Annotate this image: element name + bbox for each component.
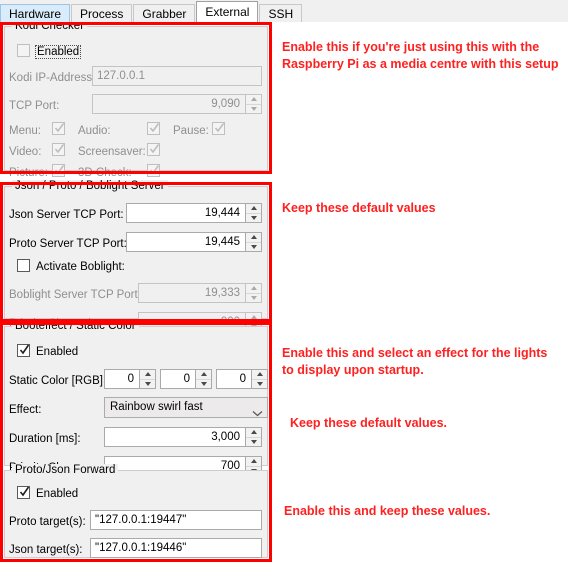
- group-json-proto-boblight: Json / Proto / Boblight Server Json Serv…: [4, 180, 268, 332]
- spinner-up[interactable]: [196, 370, 211, 380]
- annotation-booteffect-defaults: Keep these default values.: [290, 416, 448, 430]
- booteffect-enabled-label: Enabled: [36, 346, 79, 358]
- chevron-down-icon: [252, 405, 263, 417]
- kodi-tcp-port-label: TCP Port:: [9, 100, 60, 112]
- check-tick-icon: [54, 163, 65, 176]
- kodi-flag-screensaver-checkbox[interactable]: [147, 143, 160, 156]
- spinner-up[interactable]: [252, 370, 267, 380]
- kodi-flag-menu-checkbox[interactable]: [52, 122, 65, 135]
- kodi-flag-video-label: Video:: [9, 146, 42, 158]
- kodi-flag-3dcheck-label: 3D Check:: [78, 167, 132, 179]
- tab-ssh[interactable]: SSH: [259, 4, 303, 22]
- forward-enabled-checkbox[interactable]: [17, 486, 30, 499]
- activate-boblight-label: Activate Boblight:: [36, 261, 125, 273]
- booteffect-enabled-checkbox[interactable]: [17, 344, 30, 357]
- duration-input[interactable]: 3,000: [104, 427, 246, 447]
- kodi-flag-3dcheck-checkbox[interactable]: [147, 164, 160, 177]
- static-color-g-spinner[interactable]: [195, 369, 212, 389]
- kodi-flag-audio-checkbox[interactable]: [147, 122, 160, 135]
- proto-server-port-label: Proto Server TCP Port:: [9, 238, 127, 250]
- kodi-flag-pause-label: Pause:: [173, 125, 209, 137]
- forward-enabled-label: Enabled: [36, 488, 79, 500]
- spinner-up[interactable]: [246, 457, 261, 467]
- static-color-r-spinner[interactable]: [139, 369, 156, 389]
- spinner-down[interactable]: [252, 380, 267, 389]
- kodi-flag-video-checkbox[interactable]: [52, 143, 65, 156]
- kodi-ip-label: Kodi IP-Address:: [9, 72, 96, 84]
- spinner-down[interactable]: [246, 243, 261, 252]
- check-tick-icon: [19, 485, 30, 498]
- kodi-enabled-checkbox[interactable]: [17, 44, 30, 57]
- group-kodi-checker: Kodi Checker Enabled Kodi IP-Address: 12…: [4, 20, 268, 179]
- json-server-port-spinner[interactable]: [245, 203, 262, 223]
- duration-label: Duration [ms]:: [9, 433, 81, 445]
- static-color-b-input[interactable]: 0: [216, 369, 252, 389]
- annotation-booteffect: Enable this and select an effect for the…: [282, 346, 548, 377]
- group-title-json-proto-boblight: Json / Proto / Boblight Server: [12, 180, 168, 192]
- spinner-up[interactable]: [246, 233, 261, 243]
- annotation-json-defaults: Keep these default values: [282, 201, 436, 215]
- tab-external[interactable]: External: [196, 1, 259, 22]
- proto-targets-label: Proto target(s):: [9, 516, 86, 528]
- check-tick-icon: [54, 121, 65, 134]
- kodi-flag-screensaver-label: Screensaver:: [78, 146, 146, 158]
- spinner-down[interactable]: [246, 105, 261, 114]
- group-booteffect-static-color: Booteffect / Static Color Enabled Static…: [4, 320, 268, 476]
- check-tick-icon: [19, 343, 30, 356]
- spinner-down[interactable]: [140, 380, 155, 389]
- spinner-up[interactable]: [246, 284, 261, 294]
- spinner-down[interactable]: [246, 294, 261, 303]
- check-tick-icon: [149, 142, 160, 155]
- spinner-down[interactable]: [246, 438, 261, 447]
- kodi-tcp-port-spinner[interactable]: [245, 94, 262, 114]
- tab-process[interactable]: Process: [71, 4, 133, 22]
- spinner-up[interactable]: [246, 313, 261, 323]
- effect-combobox[interactable]: Rainbow swirl fast: [104, 397, 268, 418]
- effect-combobox-value: Rainbow swirl fast: [110, 401, 203, 413]
- group-proto-json-forward: Proto/Json Forward Enabled Proto target(…: [4, 464, 268, 558]
- check-tick-icon: [214, 121, 225, 134]
- spinner-down[interactable]: [246, 214, 261, 223]
- annotation-kodi-checker: Enable this if you're just using this wi…: [282, 40, 559, 71]
- json-targets-input[interactable]: "127.0.0.1:19446": [90, 538, 262, 558]
- activate-boblight-checkbox[interactable]: [17, 259, 30, 272]
- json-server-port-input[interactable]: 19,444: [126, 203, 246, 223]
- proto-server-port-input[interactable]: 19,445: [126, 232, 246, 252]
- boblight-server-port-input[interactable]: 19,333: [138, 283, 246, 303]
- effect-label: Effect:: [9, 404, 42, 416]
- static-color-b-spinner[interactable]: [251, 369, 268, 389]
- spinner-up[interactable]: [246, 95, 261, 105]
- static-color-r-input[interactable]: 0: [104, 369, 140, 389]
- kodi-enabled-label: Enabled: [35, 45, 82, 59]
- tab-strip: Hardware Process Grabber External SSH: [0, 0, 568, 22]
- json-server-port-label: Json Server TCP Port:: [9, 209, 124, 221]
- kodi-ip-input[interactable]: 127.0.0.1: [92, 66, 262, 86]
- boblight-server-port-label: Boblight Server TCP Port:: [9, 289, 141, 301]
- group-title-booteffect: Booteffect / Static Color: [12, 320, 139, 332]
- spinner-up[interactable]: [246, 204, 261, 214]
- static-color-g-input[interactable]: 0: [160, 369, 196, 389]
- tab-hardware[interactable]: Hardware: [0, 4, 71, 22]
- kodi-flag-menu-label: Menu:: [9, 125, 41, 137]
- proto-targets-input[interactable]: "127.0.0.1:19447": [90, 510, 262, 530]
- kodi-flag-picture-checkbox[interactable]: [52, 164, 65, 177]
- kodi-flag-picture-label: Picture:: [9, 167, 48, 179]
- group-title-proto-json-forward: Proto/Json Forward: [12, 464, 119, 476]
- json-targets-label: Json target(s):: [9, 544, 83, 556]
- spinner-up[interactable]: [140, 370, 155, 380]
- check-tick-icon: [149, 163, 160, 176]
- annotation-forward: Enable this and keep these values.: [284, 504, 491, 518]
- boblight-server-port-spinner[interactable]: [245, 283, 262, 303]
- kodi-flag-pause-checkbox[interactable]: [212, 122, 225, 135]
- spinner-up[interactable]: [246, 428, 261, 438]
- proto-server-port-spinner[interactable]: [245, 232, 262, 252]
- kodi-tcp-port-input[interactable]: 9,090: [92, 94, 246, 114]
- tab-grabber[interactable]: Grabber: [133, 4, 196, 22]
- check-tick-icon: [149, 121, 160, 134]
- static-color-label: Static Color [RGB]:: [9, 375, 107, 387]
- spinner-down[interactable]: [196, 380, 211, 389]
- duration-spinner[interactable]: [245, 427, 262, 447]
- check-tick-icon: [54, 142, 65, 155]
- kodi-flag-audio-label: Audio:: [78, 125, 111, 137]
